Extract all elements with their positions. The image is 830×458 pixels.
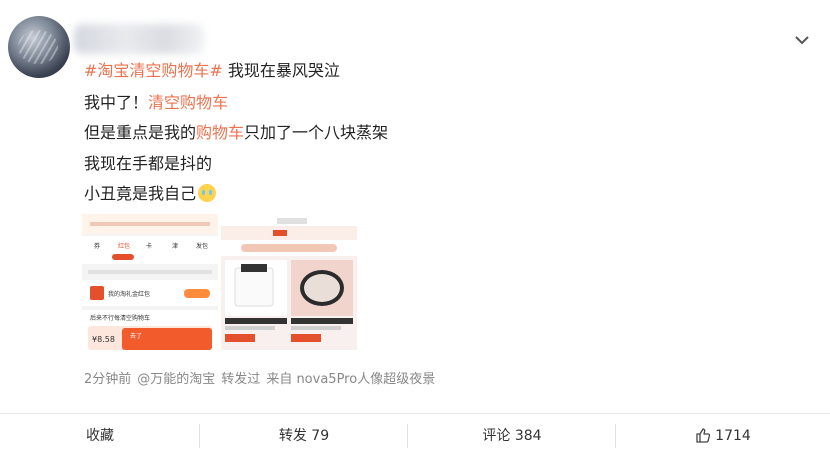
post-time[interactable]: 2分钟前 (84, 372, 131, 387)
chevron-down-icon[interactable] (792, 30, 812, 50)
svg-text:券: 券 (94, 242, 100, 250)
repost-button[interactable]: 转发 79 (200, 414, 408, 458)
favorite-button[interactable]: 收藏 (0, 414, 200, 458)
post-line-2: 我中了！清空购物车 (84, 92, 228, 114)
post-text: 我现在手都是抖的 (84, 154, 213, 173)
post-text: 小丑竟是我自己 (84, 184, 197, 203)
post-line-3: 但是重点是我的购物车只加了一个八块蒸架 (84, 122, 388, 144)
hashtag-link[interactable]: #淘宝清空购物车# (84, 61, 223, 80)
repost-label: 转发过 (221, 372, 261, 387)
post-text: 我现在暴风哭泣 (222, 61, 340, 80)
svg-text:卡: 卡 (146, 242, 152, 250)
like-count: 1714 (715, 428, 751, 444)
comment-button[interactable]: 评论 384 (408, 414, 616, 458)
svg-text:我的淘礼金红包: 我的淘礼金红包 (108, 290, 150, 298)
svg-text:¥8.58: ¥8.58 (92, 335, 115, 344)
favorite-label: 收藏 (86, 428, 114, 444)
post-meta: 2分钟前 @万能的淘宝 转发过 来自 nova5Pro人像超级夜景 (84, 368, 441, 387)
svg-text:去了: 去了 (130, 332, 142, 340)
svg-text:津: 津 (172, 243, 178, 250)
post-line-4: 我现在手都是抖的 (84, 153, 212, 175)
username-blurred[interactable] (74, 24, 204, 54)
svg-text:发包: 发包 (196, 242, 208, 250)
comment-label: 评论 384 (482, 428, 542, 444)
like-button[interactable]: 1714 (616, 414, 830, 458)
post-line-1: #淘宝清空购物车# 我现在暴风哭泣 (84, 60, 340, 82)
source-user-link[interactable]: @万能的淘宝 (137, 372, 215, 387)
crying-emoji-icon (198, 184, 217, 202)
post-text: 只加了一个八块蒸架 (244, 123, 389, 142)
post-image-1[interactable]: 券 红包 卡 津 发包 我的淘礼金红包 后来不行每清空购物车 去了 ¥8.58 (82, 214, 218, 350)
post-image-2[interactable] (221, 214, 357, 350)
repost-label: 转发 79 (278, 428, 330, 444)
svg-text:红包: 红包 (118, 242, 130, 250)
post-text: 我中了！ (84, 93, 149, 112)
keyword-link[interactable]: 清空购物车 (148, 93, 228, 112)
taobao-store-screenshot (221, 214, 357, 350)
post-text: 但是重点是我的 (84, 123, 197, 142)
svg-text:后来不行每清空购物车: 后来不行每清空购物车 (90, 314, 150, 322)
device-source: 来自 nova5Pro人像超级夜景 (266, 372, 436, 387)
avatar[interactable] (8, 16, 70, 78)
taobao-cart-screenshot: 券 红包 卡 津 发包 我的淘礼金红包 后来不行每清空购物车 去了 ¥8.58 (82, 214, 218, 350)
keyword-link[interactable]: 购物车 (196, 123, 244, 142)
thumb-up-icon (696, 428, 711, 443)
post-line-5: 小丑竟是我自己 (84, 183, 217, 205)
action-bar: 收藏 转发 79 评论 384 1714 (0, 414, 830, 458)
